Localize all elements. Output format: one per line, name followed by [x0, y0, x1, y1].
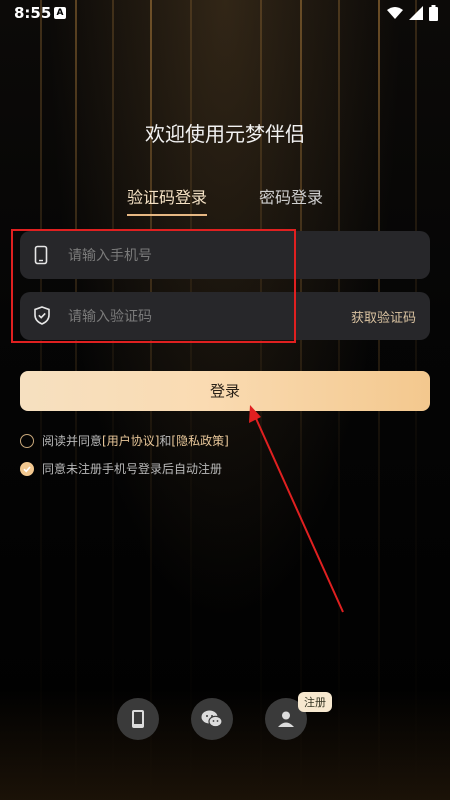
tab-sms-login[interactable]: 验证码登录 [126, 184, 208, 216]
mobile-phone-icon [132, 710, 144, 728]
auto-register-checkbox[interactable] [20, 461, 34, 476]
status-bar: 8:55 A [0, 0, 450, 28]
annotation-highlight-box [11, 229, 296, 343]
agreement-prefix: 阅读并同意 [42, 434, 103, 448]
check-icon [23, 465, 31, 472]
wechat-icon [201, 710, 223, 728]
auto-register-row: 同意未注册手机号登录后自动注册 [20, 460, 222, 477]
register-tag[interactable]: 注册 [298, 692, 332, 712]
signal-icon [409, 6, 423, 20]
get-code-button[interactable]: 获取验证码 [351, 307, 416, 326]
status-time: 8:55 [14, 4, 52, 22]
agreement-row: 阅读并同意 [用户协议] 和 [隐私政策] [20, 432, 229, 449]
login-button[interactable]: 登录 [20, 371, 430, 411]
status-icons [387, 5, 438, 21]
login-tabs: 验证码登录 密码登录 [0, 184, 450, 216]
agreement-and: 和 [159, 434, 172, 448]
wifi-icon [387, 6, 403, 19]
auto-register-text: 同意未注册手机号登录后自动注册 [42, 462, 223, 476]
user-agreement-link[interactable]: [用户协议] [102, 432, 159, 449]
user-icon [278, 711, 294, 727]
wechat-login-button[interactable] [191, 698, 233, 740]
battery-icon [429, 5, 438, 21]
privacy-policy-link[interactable]: [隐私政策] [171, 432, 228, 449]
tab-password-login[interactable]: 密码登录 [259, 184, 323, 216]
welcome-title: 欢迎使用元梦伴侣 [145, 122, 305, 146]
notification-icon: A [54, 7, 66, 19]
agreement-checkbox[interactable] [20, 433, 34, 448]
phone-login-button[interactable] [117, 698, 159, 740]
